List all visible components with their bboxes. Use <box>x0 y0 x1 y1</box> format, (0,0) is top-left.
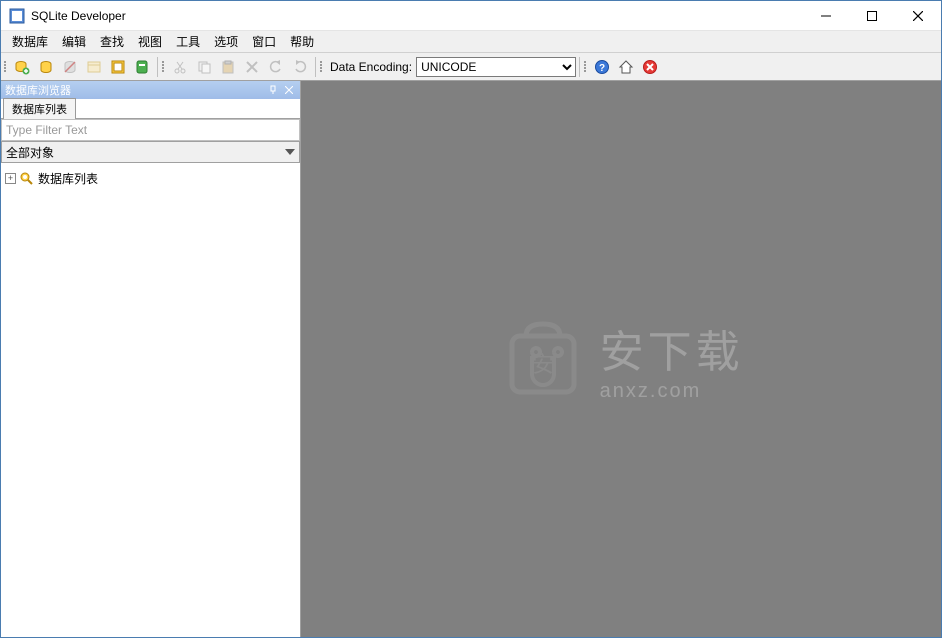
close-button[interactable] <box>895 1 941 30</box>
tree-root-node[interactable]: + 数据库列表 <box>5 169 296 188</box>
database-tree[interactable]: + 数据库列表 <box>1 163 300 637</box>
database-properties-button <box>83 56 105 78</box>
menubar: 数据库 编辑 查找 视图 工具 选项 窗口 帮助 <box>1 31 941 53</box>
encoding-select[interactable]: UNICODE <box>416 57 576 77</box>
svg-text:?: ? <box>599 63 605 74</box>
chevron-down-icon <box>285 149 295 155</box>
encoding-label: Data Encoding: <box>330 60 412 74</box>
content-area: 数据库浏览器 数据库列表 全部对象 + 数据库列表 <box>1 81 941 637</box>
object-filter-value: 全部对象 <box>6 144 54 161</box>
menu-help[interactable]: 帮助 <box>283 31 321 52</box>
home-button[interactable] <box>615 56 637 78</box>
watermark-line2: anxz.com <box>600 380 744 403</box>
menu-edit[interactable]: 编辑 <box>55 31 93 52</box>
cut-button <box>169 56 191 78</box>
watermark: 安 安下载 anxz.com <box>498 314 743 404</box>
copy-button <box>193 56 215 78</box>
menu-find[interactable]: 查找 <box>93 31 131 52</box>
minimize-button[interactable] <box>803 1 849 30</box>
toolbar-grip[interactable] <box>3 56 8 78</box>
mdi-workspace: 安 安下载 anxz.com <box>301 81 941 637</box>
watermark-line1: 安下载 <box>600 316 744 380</box>
panel-header: 数据库浏览器 <box>1 81 300 99</box>
menu-tools[interactable]: 工具 <box>169 31 207 52</box>
toolbar-grip[interactable] <box>161 56 166 78</box>
app-icon <box>9 8 25 24</box>
window-controls <box>803 1 941 30</box>
pin-icon[interactable] <box>266 83 280 97</box>
sql-editor-button[interactable] <box>107 56 129 78</box>
svg-text:安: 安 <box>532 352 554 377</box>
menu-view[interactable]: 视图 <box>131 31 169 52</box>
filter-input[interactable] <box>1 119 300 141</box>
panel-title: 数据库浏览器 <box>5 82 264 98</box>
tree-root-label: 数据库列表 <box>38 170 98 187</box>
app-window: SQLite Developer 数据库 编辑 查找 视图 工具 选项 窗口 帮… <box>0 0 942 638</box>
panel-close-icon[interactable] <box>282 83 296 97</box>
database-browser-panel: 数据库浏览器 数据库列表 全部对象 + 数据库列表 <box>1 81 301 637</box>
redo-button <box>289 56 311 78</box>
stop-button[interactable] <box>639 56 661 78</box>
unregister-database-button <box>59 56 81 78</box>
register-database-button[interactable] <box>35 56 57 78</box>
delete-button <box>241 56 263 78</box>
maximize-button[interactable] <box>849 1 895 30</box>
paste-button <box>217 56 239 78</box>
tab-database-list[interactable]: 数据库列表 <box>3 98 76 119</box>
watermark-bag-icon: 安 <box>498 314 588 404</box>
magnifier-icon <box>19 171 35 187</box>
window-title: SQLite Developer <box>31 9 803 23</box>
menu-window[interactable]: 窗口 <box>245 31 283 52</box>
object-filter-select[interactable]: 全部对象 <box>1 141 300 163</box>
help-button[interactable]: ? <box>591 56 613 78</box>
toolbar-grip[interactable] <box>319 56 324 78</box>
panel-tabs: 数据库列表 <box>1 99 300 119</box>
titlebar: SQLite Developer <box>1 1 941 31</box>
toolbar: Data Encoding: UNICODE ? <box>1 53 941 81</box>
menu-options[interactable]: 选项 <box>207 31 245 52</box>
refresh-button[interactable] <box>131 56 153 78</box>
menu-database[interactable]: 数据库 <box>5 31 55 52</box>
toolbar-separator <box>579 57 580 77</box>
toolbar-separator <box>315 57 316 77</box>
expand-icon[interactable]: + <box>5 173 16 184</box>
undo-button <box>265 56 287 78</box>
toolbar-separator <box>157 57 158 77</box>
new-database-button[interactable] <box>11 56 33 78</box>
toolbar-grip[interactable] <box>583 56 588 78</box>
